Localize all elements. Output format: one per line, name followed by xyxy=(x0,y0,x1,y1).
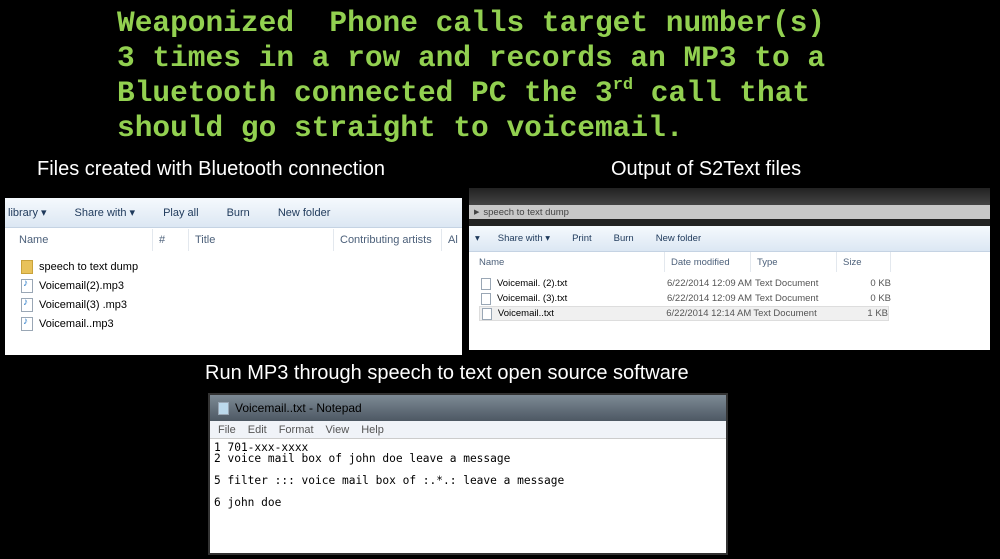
headline-line: Bluetooth connected PC the 3 xyxy=(117,76,613,110)
text-file-icon xyxy=(482,307,492,320)
column-title[interactable]: Title xyxy=(189,229,334,251)
column-album[interactable]: Al xyxy=(442,229,462,251)
menu-view[interactable]: View xyxy=(326,424,350,436)
item-name: Voicemail..mp3 xyxy=(39,317,114,330)
explorer-window-right: ▶ speech to text dump ▾ Share with ▾ Prin… xyxy=(469,188,990,350)
column-number[interactable]: # xyxy=(153,229,189,251)
slide-headline: Weaponized Phone calls target number(s) … xyxy=(117,6,825,146)
item-name: Voicemail. (3).txt xyxy=(497,293,568,304)
column-contributing-artists[interactable]: Contributing artists xyxy=(334,229,442,251)
column-name[interactable]: Name xyxy=(5,229,153,251)
column-headers: Name Date modified Type Size xyxy=(469,252,990,272)
burn-button[interactable]: Burn xyxy=(614,233,634,244)
column-date-modified[interactable]: Date modified xyxy=(665,252,751,272)
column-type[interactable]: Type xyxy=(751,252,837,272)
table-row[interactable]: Voicemail. (2).txt 6/22/2014 12:09 AM Text… xyxy=(481,276,990,291)
headline-line: Weaponized Phone calls target number(s) xyxy=(117,6,826,40)
library-button[interactable]: library ▾ xyxy=(8,206,47,219)
list-item[interactable]: Voicemail(2).mp3 xyxy=(21,276,462,295)
title-bar: Voicemail..txt - Notepad xyxy=(210,395,726,421)
folder-icon xyxy=(21,259,33,274)
item-date: 6/22/2014 12:09 AM xyxy=(667,293,753,304)
menu-help[interactable]: Help xyxy=(361,424,384,436)
audio-file-icon xyxy=(21,278,33,293)
new-folder-button[interactable]: New folder xyxy=(278,207,331,219)
window-title: Voicemail..txt - Notepad xyxy=(235,401,362,415)
text-area[interactable]: 1 701-xxx-xxxx 2 voice mail box of john … xyxy=(210,439,726,511)
superscript: rd xyxy=(612,76,634,95)
breadcrumb-text: speech to text dump xyxy=(483,206,569,218)
notepad-window: Voicemail..txt - Notepad File Edit Forma… xyxy=(208,393,728,555)
item-type: Text Document xyxy=(753,308,817,319)
caption-bottom: Run MP3 through speech to text open sour… xyxy=(205,362,689,384)
menu-bar: File Edit Format View Help xyxy=(210,421,726,439)
headline-line: should go straight to voicemail. xyxy=(117,111,684,145)
item-name: Voicemail(3) .mp3 xyxy=(39,298,128,311)
share-with-button[interactable]: Share with ▾ xyxy=(75,206,136,219)
menu-format[interactable]: Format xyxy=(279,424,314,436)
item-name: Voicemail(2).mp3 xyxy=(39,279,124,292)
caption-right: Output of S2Text files xyxy=(611,158,802,180)
column-name[interactable]: Name xyxy=(469,252,665,272)
organize-dropdown[interactable]: ▾ xyxy=(475,233,480,244)
menu-file[interactable]: File xyxy=(218,424,236,436)
item-date: 6/22/2014 12:09 AM xyxy=(667,278,753,289)
item-size: 0 KB xyxy=(870,293,891,304)
burn-button[interactable]: Burn xyxy=(227,207,250,219)
text-file-icon xyxy=(481,292,491,305)
audio-file-icon xyxy=(21,297,33,312)
print-button[interactable]: Print xyxy=(572,233,592,244)
share-with-button[interactable]: Share with ▾ xyxy=(498,233,550,244)
new-folder-button[interactable]: New folder xyxy=(656,233,701,244)
item-date: 6/22/2014 12:14 AM xyxy=(666,308,752,319)
audio-file-icon xyxy=(21,316,33,331)
table-row-selected[interactable]: Voicemail..txt 6/22/2014 12:14 AM Text Doc… xyxy=(479,306,889,321)
breadcrumb[interactable]: ▶ speech to text dump xyxy=(469,205,990,219)
play-all-button[interactable]: Play all xyxy=(163,207,198,219)
text-file-icon xyxy=(481,277,491,290)
column-size[interactable]: Size xyxy=(837,252,891,272)
item-name: Voicemail. (2).txt xyxy=(497,278,568,289)
table-row[interactable]: Voicemail. (3).txt 6/22/2014 12:09 AM Text… xyxy=(481,291,990,306)
headline-line: call that xyxy=(633,76,811,110)
toolbar: ▾ Share with ▾ Print Burn New folder xyxy=(469,226,990,252)
explorer-window-left: library ▾ Share with ▾ Play all Burn New… xyxy=(5,198,462,355)
item-size: 0 KB xyxy=(870,278,891,289)
breadcrumb-arrow-icon: ▶ xyxy=(474,209,480,216)
menu-edit[interactable]: Edit xyxy=(248,424,267,436)
item-type: Text Document xyxy=(755,293,819,304)
list-item[interactable]: Voicemail(3) .mp3 xyxy=(21,295,462,314)
list-item[interactable]: Voicemail..mp3 xyxy=(21,314,462,333)
item-name: speech to text dump xyxy=(39,260,139,273)
column-headers: Name # Title Contributing artists Al xyxy=(5,229,462,251)
item-size: 1 KB xyxy=(867,308,888,319)
item-name: Voicemail..txt xyxy=(497,308,554,319)
list-item[interactable]: speech to text dump xyxy=(21,257,462,276)
item-type: Text Document xyxy=(755,278,819,289)
notepad-icon xyxy=(218,401,229,415)
headline-line: 3 times in a row and records an MP3 to a xyxy=(117,41,826,75)
caption-left: Files created with Bluetooth connection xyxy=(37,158,385,180)
toolbar: library ▾ Share with ▾ Play all Burn New… xyxy=(5,198,462,228)
